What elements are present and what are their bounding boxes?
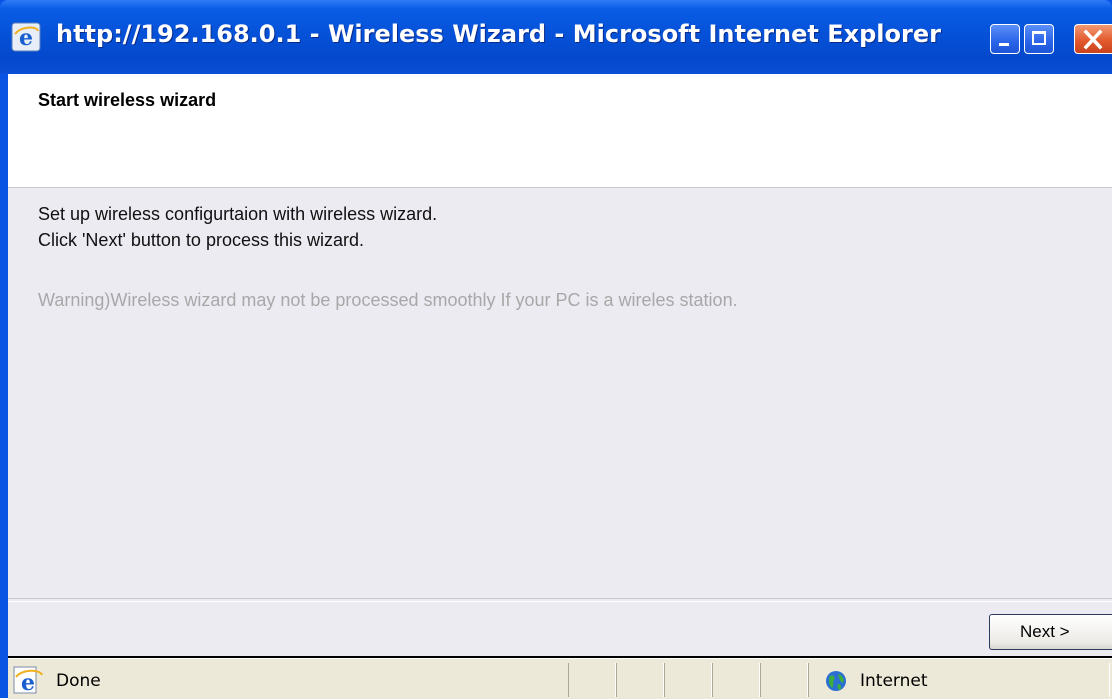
status-bar: e Done Internet [8, 658, 1112, 699]
internet-explorer-icon: e [11, 22, 41, 52]
page-status-icon: e [13, 666, 43, 695]
maximize-icon [1032, 31, 1046, 45]
globe-icon [826, 671, 846, 691]
status-pane [616, 663, 664, 697]
footer-divider [8, 598, 1112, 602]
minimize-icon [999, 43, 1009, 46]
status-pane [664, 663, 712, 697]
status-pane [760, 663, 808, 697]
security-zone-label: Internet [860, 671, 928, 691]
zone-pane [808, 663, 1110, 697]
window-title: http://192.168.0.1 - Wireless Wizard - M… [56, 20, 941, 48]
wizard-heading: Start wireless wizard [38, 90, 217, 110]
wizard-page: Start wireless wizard Set up wireless co… [8, 74, 1112, 658]
title-bar[interactable]: e http://192.168.0.1 - Wireless Wizard -… [0, 0, 1112, 74]
status-text: Done [56, 671, 101, 691]
ie-window: e http://192.168.0.1 - Wireless Wizard -… [0, 0, 1112, 699]
svg-text:e: e [21, 670, 35, 695]
intro-text: Set up wireless configurtaion with wirel… [38, 204, 438, 224]
wizard-header: Start wireless wizard [8, 74, 1112, 188]
status-pane [568, 663, 616, 697]
status-pane [712, 663, 760, 697]
wizard-content: Set up wireless configurtaion with wirel… [8, 188, 1112, 598]
instruction-text: Click 'Next' button to process this wiza… [38, 230, 364, 250]
maximize-button[interactable] [1024, 24, 1054, 54]
next-button[interactable]: Next > [989, 614, 1112, 650]
close-icon [1083, 29, 1103, 50]
close-button[interactable] [1074, 24, 1112, 54]
warning-text: Warning)Wireless wizard may not be proce… [38, 290, 738, 310]
minimize-button[interactable] [990, 24, 1020, 54]
